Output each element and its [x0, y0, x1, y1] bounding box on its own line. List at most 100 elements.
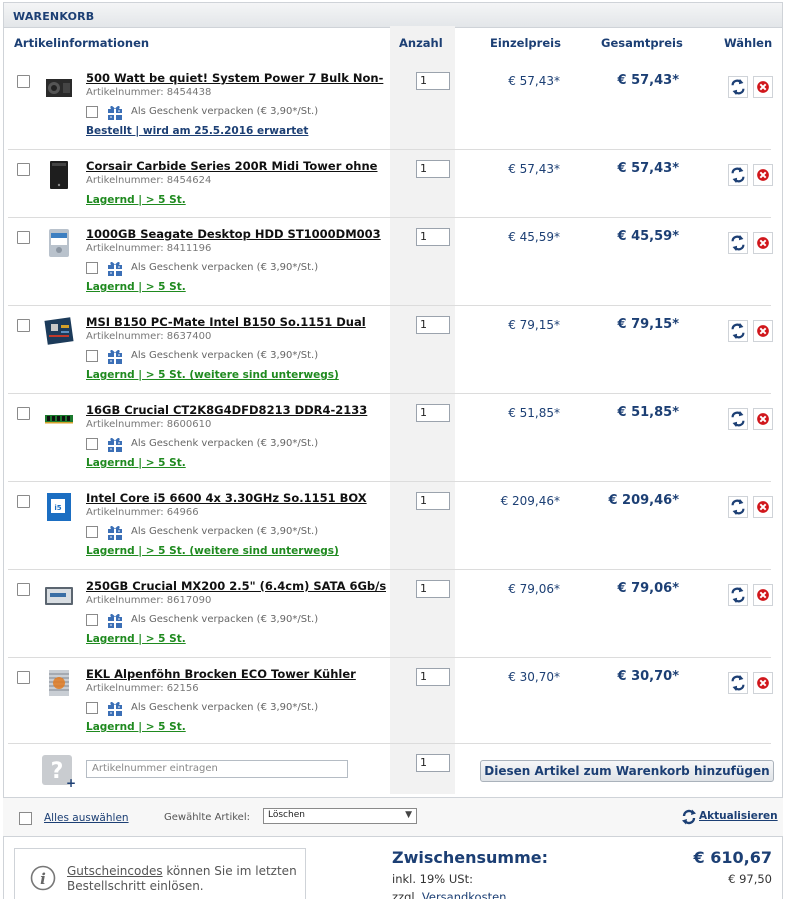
unit-price: € 57,43* — [508, 74, 560, 88]
item-select-checkbox[interactable] — [17, 163, 30, 176]
update-item-icon[interactable] — [728, 76, 748, 98]
total-price: € 57,43* — [617, 161, 680, 176]
stock-status-link[interactable]: Bestellt | wird am 25.5.2016 erwartet — [86, 125, 308, 137]
delete-item-icon[interactable] — [753, 320, 773, 342]
delete-item-icon[interactable] — [753, 76, 773, 98]
gift-icon — [108, 261, 122, 276]
action-bar: Alles auswählen Gewählte Artikel: Lösche… — [3, 797, 783, 837]
bulk-action-value: Löschen — [268, 810, 305, 820]
gift-wrap-label: Als Geschenk verpacken (€ 3,90*/St.) — [131, 526, 319, 537]
coupon-codes-link[interactable]: Gutscheincodes — [67, 864, 163, 878]
article-number: Artikelnummer: 8600610 — [86, 419, 212, 430]
product-thumbnail — [50, 161, 68, 189]
quantity-input[interactable]: 1 — [416, 228, 450, 246]
gift-icon — [108, 525, 122, 540]
gift-wrap-checkbox[interactable] — [86, 702, 98, 714]
product-title-link[interactable]: EKL Alpenföhn Brocken ECO Tower Kühler — [86, 667, 386, 681]
bulk-action-select[interactable]: Löschen ▼ — [263, 808, 417, 824]
delete-item-icon[interactable] — [753, 496, 773, 518]
stock-status-link[interactable]: Lagernd | > 5 St. — [86, 281, 186, 293]
cart-item-row: EKL Alpenföhn Brocken ECO Tower Kühler Ar… — [8, 658, 773, 744]
add-quantity-input[interactable]: 1 — [416, 754, 450, 772]
article-number: Artikelnummer: 8637400 — [86, 331, 212, 342]
selected-items-label: Gewählte Artikel: — [164, 812, 250, 823]
update-item-icon[interactable] — [728, 164, 748, 186]
product-title-link[interactable]: Corsair Carbide Series 200R Midi Tower o… — [86, 159, 386, 173]
shipping-costs-link[interactable]: Versandkosten — [422, 890, 507, 899]
delete-item-icon[interactable] — [753, 164, 773, 186]
unit-price: € 209,46* — [500, 494, 560, 508]
delete-item-icon[interactable] — [753, 584, 773, 606]
total-price: € 209,46* — [608, 493, 679, 508]
col-quantity: Anzahl — [399, 36, 443, 50]
stock-status-link[interactable]: Lagernd | > 5 St. (weitere sind unterweg… — [86, 545, 339, 557]
article-number: Artikelnummer: 8454624 — [86, 175, 212, 186]
quantity-input[interactable]: 1 — [416, 668, 450, 686]
select-all-link[interactable]: Alles auswählen — [44, 812, 129, 824]
quantity-input[interactable]: 1 — [416, 492, 450, 510]
quantity-input[interactable]: 1 — [416, 404, 450, 422]
item-select-checkbox[interactable] — [17, 671, 30, 684]
gift-wrap-label: Als Geschenk verpacken (€ 3,90*/St.) — [131, 106, 319, 117]
quantity-input[interactable]: 1 — [416, 580, 450, 598]
product-title-link[interactable]: MSI B150 PC-Mate Intel B150 So.1151 Dual — [86, 315, 386, 329]
item-select-checkbox[interactable] — [17, 407, 30, 420]
gift-wrap-label: Als Geschenk verpacken (€ 3,90*/St.) — [131, 438, 319, 449]
gift-wrap-label: Als Geschenk verpacken (€ 3,90*/St.) — [131, 350, 319, 361]
select-all-checkbox[interactable] — [19, 812, 32, 825]
update-item-icon[interactable] — [728, 408, 748, 430]
item-select-checkbox[interactable] — [17, 495, 30, 508]
chevron-down-icon: ▼ — [405, 810, 412, 820]
cart-item-row: 250GB Crucial MX200 2.5" (6.4cm) SATA 6G… — [8, 570, 773, 658]
gift-wrap-checkbox[interactable] — [86, 106, 98, 118]
gift-wrap-option: Als Geschenk verpacken (€ 3,90*/St.) — [86, 259, 386, 277]
delete-item-icon[interactable] — [753, 408, 773, 430]
product-title-link[interactable]: 250GB Crucial MX200 2.5" (6.4cm) SATA 6G… — [86, 579, 386, 593]
cart-title: WARENKORB — [4, 3, 782, 28]
gift-wrap-option: Als Geschenk verpacken (€ 3,90*/St.) — [86, 435, 386, 453]
add-to-cart-button[interactable]: Diesen Artikel zum Warenkorb hinzufügen — [480, 760, 774, 782]
gift-wrap-checkbox[interactable] — [86, 350, 98, 362]
update-item-icon[interactable] — [728, 232, 748, 254]
gift-wrap-checkbox[interactable] — [86, 526, 98, 538]
update-item-icon[interactable] — [728, 320, 748, 342]
cart-item-row: 500 Watt be quiet! System Power 7 Bulk N… — [8, 62, 773, 150]
unit-price: € 51,85* — [508, 406, 560, 420]
update-item-icon[interactable] — [728, 584, 748, 606]
product-title-link[interactable]: 1000GB Seagate Desktop HDD ST1000DM003 — [86, 227, 386, 241]
article-number: Artikelnummer: 8411196 — [86, 243, 212, 254]
cart-item-row: 1000GB Seagate Desktop HDD ST1000DM003 Ar… — [8, 218, 773, 306]
total-price: € 79,06* — [617, 581, 680, 596]
stock-status-link[interactable]: Lagernd | > 5 St. — [86, 633, 186, 645]
product-title-link[interactable]: 500 Watt be quiet! System Power 7 Bulk N… — [86, 71, 386, 85]
refresh-icon[interactable] — [681, 809, 697, 825]
refresh-link[interactable]: Aktualisieren — [699, 810, 778, 822]
update-item-icon[interactable] — [728, 672, 748, 694]
stock-status-link[interactable]: Lagernd | > 5 St. — [86, 721, 186, 733]
stock-status-link[interactable]: Lagernd | > 5 St. (weitere sind unterweg… — [86, 369, 339, 381]
quantity-input[interactable]: 1 — [416, 72, 450, 90]
delete-item-icon[interactable] — [753, 232, 773, 254]
quantity-input[interactable]: 1 — [416, 160, 450, 178]
update-item-icon[interactable] — [728, 496, 748, 518]
item-select-checkbox[interactable] — [17, 231, 30, 244]
gift-wrap-checkbox[interactable] — [86, 438, 98, 450]
article-number-input[interactable]: Artikelnummer eintragen — [86, 760, 348, 778]
gift-wrap-option: Als Geschenk verpacken (€ 3,90*/St.) — [86, 611, 386, 629]
unit-price: € 45,59* — [508, 230, 560, 244]
stock-status-link[interactable]: Lagernd | > 5 St. — [86, 457, 186, 469]
product-thumbnail — [45, 587, 73, 605]
item-select-checkbox[interactable] — [17, 319, 30, 332]
product-title-link[interactable]: 16GB Crucial CT2K8G4DFD8213 DDR4-2133 — [86, 403, 386, 417]
gift-wrap-checkbox[interactable] — [86, 262, 98, 274]
quantity-input[interactable]: 1 — [416, 316, 450, 334]
item-select-checkbox[interactable] — [17, 583, 30, 596]
svg-text:?: ? — [51, 759, 64, 784]
col-total-price: Gesamtpreis — [601, 36, 683, 50]
delete-item-icon[interactable] — [753, 672, 773, 694]
item-select-checkbox[interactable] — [17, 75, 30, 88]
gift-wrap-checkbox[interactable] — [86, 614, 98, 626]
total-price: € 45,59* — [617, 229, 680, 244]
product-title-link[interactable]: Intel Core i5 6600 4x 3.30GHz So.1151 BO… — [86, 491, 386, 505]
stock-status-link[interactable]: Lagernd | > 5 St. — [86, 194, 186, 206]
